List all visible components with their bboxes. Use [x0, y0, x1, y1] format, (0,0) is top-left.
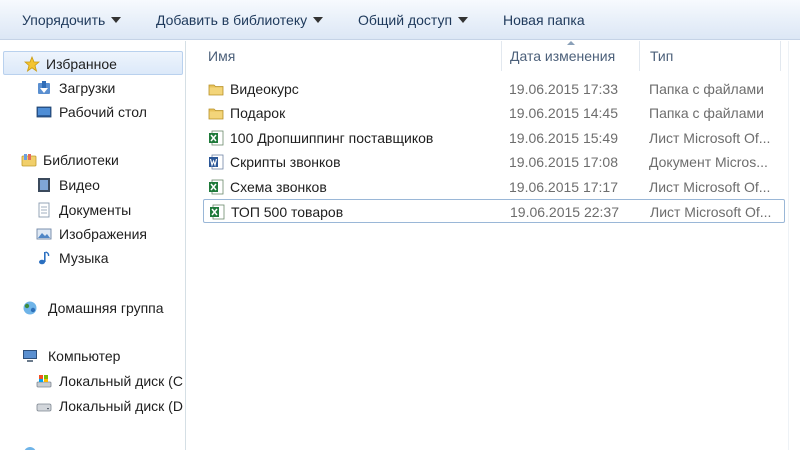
- nav-label: Домашняя группа: [48, 300, 164, 316]
- excel-file-icon: [209, 130, 224, 146]
- desktop-icon: [36, 106, 52, 118]
- column-header-type[interactable]: Тип: [650, 41, 673, 71]
- nav-item-homegroup[interactable]: Домашняя группа: [0, 296, 185, 320]
- file-date: 19.06.2015 14:45: [509, 105, 618, 121]
- nav-label: Избранное: [46, 56, 117, 72]
- nav-label: Локальный диск (D: [59, 398, 183, 414]
- file-row[interactable]: 100 Дропшиппинг поставщиков 19.06.2015 1…: [203, 126, 785, 150]
- column-header-name[interactable]: Имя: [208, 41, 235, 71]
- file-name: Схема звонков: [230, 179, 327, 195]
- file-name: 100 Дропшиппинг поставщиков: [230, 130, 434, 146]
- excel-file-icon: [210, 204, 225, 220]
- nav-item-documents[interactable]: Документы: [0, 198, 185, 222]
- column-header-date[interactable]: Дата изменения: [510, 41, 615, 71]
- nav-item-network[interactable]: [0, 439, 185, 450]
- video-icon: [38, 178, 50, 192]
- nav-item-pictures[interactable]: Изображения: [0, 222, 185, 246]
- file-name: Подарок: [230, 105, 286, 121]
- chevron-down-icon: [111, 17, 122, 23]
- file-date: 19.06.2015 15:49: [509, 130, 618, 146]
- homegroup-icon: [23, 301, 37, 315]
- organize-button[interactable]: Упорядочить: [22, 8, 122, 32]
- file-row[interactable]: Схема звонков 19.06.2015 17:17 Лист Micr…: [203, 175, 785, 199]
- downloads-folder-icon: [38, 81, 50, 94]
- nav-item-desktop[interactable]: Рабочий стол: [0, 100, 185, 124]
- column-divider[interactable]: [780, 41, 781, 71]
- word-file-icon: [209, 154, 224, 170]
- column-divider[interactable]: [639, 41, 640, 71]
- navigation-pane: Избранное Загрузки Рабочий стол Библиоте…: [0, 41, 186, 450]
- nav-item-computer[interactable]: Компьютер: [0, 344, 185, 368]
- nav-label: Документы: [59, 202, 132, 218]
- file-type: Лист Microsoft Of...: [649, 179, 771, 195]
- nav-item-disk-d[interactable]: Локальный диск (D: [0, 394, 185, 418]
- column-header-label: Дата изменения: [510, 48, 616, 64]
- chevron-down-icon: [313, 17, 324, 23]
- file-row-focused[interactable]: ТОП 500 товаров 19.06.2015 22:37 Лист Mi…: [203, 199, 785, 223]
- chevron-down-icon: [458, 17, 469, 23]
- file-name: Видеокурс: [230, 81, 299, 97]
- file-type: Лист Microsoft Of...: [650, 204, 772, 220]
- nav-label: Библиотеки: [43, 152, 119, 168]
- file-type: Папка с файлами: [649, 81, 764, 97]
- libraries-icon: [21, 154, 37, 167]
- nav-label: Компьютер: [48, 348, 121, 364]
- drive-icon: [36, 403, 52, 412]
- nav-label: Рабочий стол: [59, 104, 147, 120]
- file-type: Документ Micros...: [649, 154, 768, 170]
- file-date: 19.06.2015 17:08: [509, 154, 618, 170]
- computer-icon: [23, 350, 37, 362]
- file-row[interactable]: Скрипты звонков 19.06.2015 17:08 Докумен…: [203, 150, 785, 174]
- nav-item-downloads[interactable]: Загрузки: [0, 76, 185, 100]
- file-list-pane: Имя Дата изменения Тип Видеокурс 19.06.2…: [187, 41, 800, 450]
- add-to-library-button[interactable]: Добавить в библиотеку: [156, 8, 324, 32]
- file-row[interactable]: Подарок 19.06.2015 14:45 Папка с файлами: [203, 101, 785, 125]
- vertical-scrollbar[interactable]: [788, 41, 800, 450]
- nav-label: Локальный диск (C: [59, 373, 183, 389]
- documents-icon: [38, 202, 50, 218]
- column-divider[interactable]: [501, 41, 502, 71]
- new-folder-button[interactable]: Новая папка: [503, 8, 585, 32]
- system-drive-icon: [36, 375, 52, 388]
- nav-label: Загрузки: [59, 80, 116, 96]
- star-icon: [24, 56, 40, 72]
- nav-item-music[interactable]: Музыка: [0, 246, 185, 270]
- folder-icon: [208, 84, 224, 96]
- file-row[interactable]: Видеокурс 19.06.2015 17:33 Папка с файла…: [203, 77, 785, 101]
- share-button[interactable]: Общий доступ: [358, 8, 469, 32]
- nav-label: Изображения: [59, 226, 147, 242]
- column-header-label: Тип: [650, 48, 674, 64]
- music-note-icon: [39, 251, 50, 265]
- nav-label: Видео: [59, 177, 100, 193]
- nav-item-favorites[interactable]: Избранное: [3, 51, 183, 75]
- file-type: Папка с файлами: [649, 105, 764, 121]
- file-type: Лист Microsoft Of...: [649, 130, 771, 146]
- command-bar: Упорядочить Добавить в библиотеку Общий …: [0, 0, 800, 40]
- pictures-icon: [36, 228, 52, 240]
- file-name: ТОП 500 товаров: [231, 204, 344, 220]
- nav-item-video[interactable]: Видео: [0, 173, 185, 197]
- new-folder-label: Новая папка: [503, 12, 585, 28]
- network-icon: [24, 447, 36, 450]
- excel-file-icon: [209, 179, 224, 195]
- nav-label: Музыка: [59, 250, 109, 266]
- nav-item-disk-c[interactable]: Локальный диск (C: [0, 369, 185, 393]
- nav-item-libraries[interactable]: Библиотеки: [0, 148, 185, 172]
- organize-label: Упорядочить: [22, 12, 106, 28]
- column-header-label: Имя: [208, 48, 236, 64]
- file-name: Скрипты звонков: [230, 154, 341, 170]
- add-to-library-label: Добавить в библиотеку: [156, 12, 308, 28]
- folder-icon: [208, 108, 224, 120]
- share-label: Общий доступ: [358, 12, 453, 28]
- file-date: 19.06.2015 17:17: [509, 179, 618, 195]
- file-date: 19.06.2015 17:33: [509, 81, 618, 97]
- file-date: 19.06.2015 22:37: [510, 204, 619, 220]
